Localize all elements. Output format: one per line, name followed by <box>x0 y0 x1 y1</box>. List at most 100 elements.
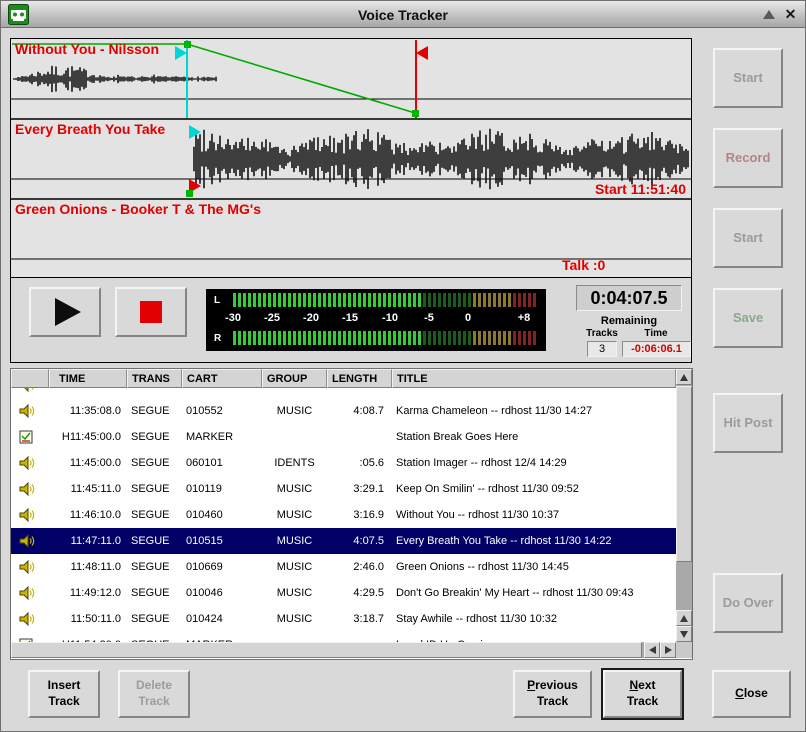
row-time: 11:45:11.0 <box>49 476 127 502</box>
log-row[interactable]: 11:49:12.0 SEGUE 010046 MUSIC 4:29.5 Don… <box>11 580 676 606</box>
log-row[interactable]: 11:47:11.0 SEGUE 010515 MUSIC 4:07.5 Eve… <box>11 528 676 554</box>
save-button[interactable]: Save <box>713 288 783 348</box>
scroll-right-button[interactable] <box>660 642 676 658</box>
row-group: IDENTS <box>262 450 327 476</box>
insert-track-button[interactable]: Insert Track <box>28 670 100 718</box>
close-label: Close <box>735 686 768 702</box>
row-type-icon-cell <box>11 388 49 398</box>
speaker-icon <box>19 586 35 600</box>
horizontal-scroll-thumb[interactable] <box>11 642 642 658</box>
remaining-tracks-label: Tracks <box>578 328 626 339</box>
stop-icon <box>140 301 162 323</box>
row-type-icon-cell <box>11 502 49 528</box>
waveform-svg <box>11 39 691 278</box>
row-group <box>262 632 327 642</box>
row-time: 11:48:11.0 <box>49 554 127 580</box>
row-length: 3:18.7 <box>327 606 392 632</box>
row-type-icon-cell <box>11 450 49 476</box>
track2-start-time: Start 11:51:40 <box>595 181 686 197</box>
scroll-down-button[interactable] <box>676 626 692 642</box>
arrow-up-icon <box>680 615 688 622</box>
log-row[interactable]: 11:46:10.0 SEGUE 010460 MUSIC 3:16.9 Wit… <box>11 502 676 528</box>
track2-fade-handle <box>186 190 193 197</box>
column-header-cart[interactable]: CART <box>182 369 262 388</box>
waveform-area[interactable]: Without You - Nilsson Every Breath You T… <box>11 39 691 278</box>
speaker-icon <box>19 560 35 574</box>
log-header: TIME TRANS CART GROUP LENGTH TITLE <box>11 369 676 388</box>
row-length: :05.6 <box>327 450 392 476</box>
log-row[interactable]: H11:45:00.0 SEGUE MARKER Station Break G… <box>11 424 676 450</box>
track1-start-marker-handle <box>175 46 187 60</box>
next-track-button[interactable]: Next Track <box>603 670 682 718</box>
column-header-length[interactable]: LENGTH <box>327 369 392 388</box>
meter-scale-label: -20 <box>296 312 326 324</box>
row-cart: 010424 <box>182 606 262 632</box>
log-row[interactable]: 11:48:11.0 SEGUE 010669 MUSIC 2:46.0 Gre… <box>11 554 676 580</box>
maximize-button[interactable] <box>759 5 778 24</box>
hit-post-button[interactable]: Hit Post <box>713 393 783 453</box>
row-cart: 010046 <box>182 580 262 606</box>
arrow-up-icon <box>680 374 688 381</box>
row-trans: SEGUE <box>127 528 182 554</box>
stop-button[interactable] <box>115 287 187 337</box>
row-time: H11:54:30.0 <box>49 632 127 642</box>
delete-track-button[interactable]: Delete Track <box>118 670 190 718</box>
column-header-trans[interactable]: TRANS <box>127 369 182 388</box>
row-type-icon-cell <box>11 632 49 642</box>
row-length <box>327 424 392 450</box>
scroll-up-button-2[interactable] <box>676 610 692 626</box>
insert-track-label-line1: Insert <box>48 678 81 694</box>
log-row[interactable]: 11:50:11.0 SEGUE 010424 MUSIC 3:18.7 Sta… <box>11 606 676 632</box>
vertical-scrollbar[interactable] <box>676 369 692 642</box>
arrow-down-icon <box>680 631 688 638</box>
column-header-title[interactable]: TITLE <box>392 369 676 388</box>
row-group: MUSIC <box>262 606 327 632</box>
meter-scale-label: -15 <box>335 312 365 324</box>
log-list: TIME TRANS CART GROUP LENGTH TITLE 11:35… <box>10 368 693 660</box>
meter-scale-label: -25 <box>257 312 287 324</box>
start-track1-button[interactable]: Start <box>713 48 783 108</box>
start-track2-button[interactable]: Start <box>713 208 783 268</box>
row-length: 4:07.5 <box>327 528 392 554</box>
track2-title: Every Breath You Take <box>15 121 165 137</box>
close-window-button[interactable]: ✕ <box>781 5 800 24</box>
log-row[interactable]: 11:35:08.0 SEGUE 010552 MUSIC 4:08.7 Kar… <box>11 398 676 424</box>
log-row[interactable]: H11:54:30.0 SEGUE MARKER Legal ID Up Com… <box>11 632 676 642</box>
previous-track-button[interactable]: Previous Track <box>513 670 592 718</box>
vertical-scroll-thumb[interactable] <box>676 386 692 562</box>
row-type-icon-cell <box>11 398 49 424</box>
row-title: Green Onions -- rdhost 11/30 14:45 <box>392 554 676 580</box>
row-title: Without You -- rdhost 11/30 10:37 <box>392 502 676 528</box>
row-type-icon-cell <box>11 528 49 554</box>
remaining-time-value: -0:06:06.1 <box>622 341 691 357</box>
do-over-button[interactable]: Do Over <box>713 573 783 633</box>
delete-track-label-line2: Track <box>138 694 169 710</box>
column-header-time[interactable]: TIME <box>49 369 127 388</box>
meter-scale-label: -10 <box>375 312 405 324</box>
row-cart: MARKER <box>182 632 262 642</box>
row-trans: SEGUE <box>127 424 182 450</box>
row-cart: 010552 <box>182 398 262 424</box>
row-time <box>49 388 127 398</box>
audio-level-meter: L R -30 -25 -20 -15 -10 -5 0 +8 <box>206 289 546 351</box>
record-button[interactable]: Record <box>713 128 783 188</box>
row-length <box>327 632 392 642</box>
previous-track-label-line1: Previous <box>527 678 578 694</box>
arrow-left-icon <box>649 646 656 654</box>
track1-end-marker-handle <box>416 46 428 60</box>
row-length: 4:08.7 <box>327 398 392 424</box>
log-row[interactable]: 11:45:00.0 SEGUE 060101 IDENTS :05.6 Sta… <box>11 450 676 476</box>
play-button[interactable] <box>29 287 101 337</box>
row-trans: SEGUE <box>127 476 182 502</box>
remaining-label: Remaining <box>576 315 682 327</box>
log-row[interactable]: 11:45:11.0 SEGUE 010119 MUSIC 3:29.1 Kee… <box>11 476 676 502</box>
horizontal-scrollbar[interactable] <box>11 642 676 658</box>
log-row[interactable] <box>11 388 676 398</box>
play-icon <box>55 298 81 326</box>
column-header-icon[interactable] <box>11 369 49 388</box>
scroll-up-button[interactable] <box>676 369 692 385</box>
close-button[interactable]: Close <box>712 670 791 718</box>
column-header-group[interactable]: GROUP <box>262 369 327 388</box>
scroll-left-button[interactable] <box>644 642 660 658</box>
row-trans: SEGUE <box>127 502 182 528</box>
